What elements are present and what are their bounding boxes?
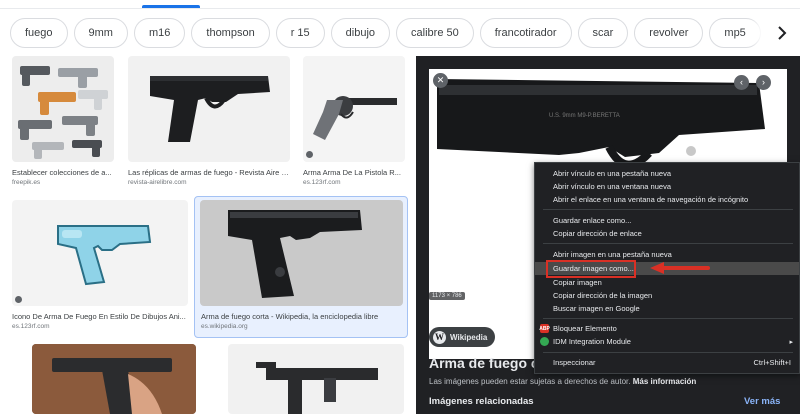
chip-revolver[interactable]: revolver [634, 18, 704, 48]
glock-pistol-image [150, 76, 270, 142]
menu-copy-link-address[interactable]: Copiar dirección de enlace [535, 227, 799, 240]
prev-image-button[interactable]: ‹ [734, 75, 749, 90]
more-options-dot[interactable] [306, 151, 313, 158]
wikipedia-logo-icon: W [433, 330, 446, 344]
chip-mp5[interactable]: mp5 [709, 18, 761, 48]
see-more-link[interactable]: Ver más [744, 396, 780, 407]
submenu-arrow-icon: ▸ [789, 338, 793, 346]
chip-9mm[interactable]: 9mm [73, 18, 128, 48]
result-source: freepik.es [12, 179, 41, 186]
submachine-gun-image [256, 362, 378, 414]
chip-dibujo[interactable]: dibujo [330, 18, 391, 48]
svg-text:U.S. 9mm M9-P.BERETTA: U.S. 9mm M9-P.BERETTA [549, 113, 620, 119]
menu-idm-integration[interactable]: IDM Integration Module ▸ [535, 335, 799, 348]
source-chip[interactable]: W Wikipedia [429, 327, 496, 347]
beretta-pistol-image [228, 210, 362, 298]
chip-thompson[interactable]: thompson [191, 18, 270, 48]
chip-scar[interactable]: scar [577, 18, 629, 48]
chip-francotirador[interactable]: francotirador [479, 18, 572, 48]
adblock-plus-icon: ABP [539, 324, 550, 333]
result-thumbnail[interactable] [12, 56, 114, 162]
result-thumbnail[interactable] [12, 200, 188, 306]
chip-fuego[interactable]: fuego [10, 18, 68, 48]
result-caption[interactable]: Arma de fuego corta - Wikipedia, la enci… [201, 312, 404, 321]
result-source: es.123rf.com [12, 323, 50, 330]
result-thumbnail[interactable] [32, 344, 196, 414]
close-icon: ✕ [436, 75, 445, 85]
hand-holding-pistol-image [32, 344, 196, 414]
more-info-link[interactable]: Más información [633, 377, 697, 386]
more-options-dot[interactable] [15, 296, 22, 303]
menu-copy-image-address[interactable]: Copiar dirección de la imagen [535, 289, 799, 302]
chip-r15[interactable]: r 15 [275, 18, 325, 48]
menu-save-link-as[interactable]: Guardar enlace como... [535, 214, 799, 227]
menu-open-link-new-tab[interactable]: Abrir vínculo en una pestaña nueva [535, 167, 799, 180]
related-searches-chips: fuego 9mm m16 thompson r 15 dibujo calib… [10, 18, 780, 48]
copyright-notice: Las imágenes pueden estar sujetas a dere… [429, 377, 697, 386]
result-caption[interactable]: Las réplicas de armas de fuego - Revista… [128, 168, 290, 177]
menu-block-element[interactable]: ABP Bloquear Elemento [535, 322, 799, 335]
flare-gun-collection-image [18, 66, 108, 159]
chevron-left-icon: ‹ [740, 77, 743, 87]
menu-divider [543, 243, 793, 244]
chip-calibre-50[interactable]: calibre 50 [396, 18, 474, 48]
result-source: es.wikipedia.org [201, 323, 248, 330]
menu-search-image-google[interactable]: Buscar imagen en Google [535, 302, 799, 315]
menu-divider [543, 209, 793, 210]
menu-open-link-new-window[interactable]: Abrir vínculo en una ventana nueva [535, 180, 799, 193]
menu-divider [543, 318, 793, 319]
result-source: es.123rf.com [303, 179, 341, 186]
menu-divider [543, 352, 793, 353]
image-size-badge: 1173 × 786 [429, 292, 465, 300]
result-caption[interactable]: Establecer colecciones de a... [12, 168, 114, 177]
source-name: Wikipedia [450, 332, 488, 342]
chip-m16[interactable]: m16 [133, 18, 186, 48]
chips-next-button[interactable] [766, 16, 798, 50]
idm-icon [540, 337, 549, 346]
close-preview-button[interactable]: ✕ [433, 73, 448, 88]
revolver-image [313, 96, 397, 140]
result-thumbnail[interactable] [303, 56, 405, 162]
related-images-heading: Imágenes relacionadas [429, 396, 534, 407]
result-thumbnail[interactable] [200, 200, 403, 306]
cartoon-gun-icon-image [57, 225, 152, 286]
annotation-highlight-box [546, 260, 636, 278]
annotation-arrow-icon [650, 262, 710, 274]
result-thumbnail[interactable] [228, 344, 404, 414]
chevron-right-icon: › [762, 77, 765, 87]
tabs-divider [0, 8, 800, 9]
chevron-right-icon [778, 26, 787, 40]
result-source: revista-airelibre.com [128, 179, 187, 186]
inspect-shortcut: Ctrl+Shift+I [753, 358, 791, 367]
menu-open-link-incognito[interactable]: Abrir el enlace en una ventana de navega… [535, 193, 799, 206]
result-thumbnail[interactable] [128, 56, 290, 162]
result-caption[interactable]: Icono De Arma De Fuego En Estilo De Dibu… [12, 312, 188, 321]
result-caption[interactable]: Arma Arma De La Pistola R... [303, 168, 405, 177]
menu-inspect[interactable]: Inspeccionar Ctrl+Shift+I [535, 356, 799, 369]
next-image-button[interactable]: › [756, 75, 771, 90]
